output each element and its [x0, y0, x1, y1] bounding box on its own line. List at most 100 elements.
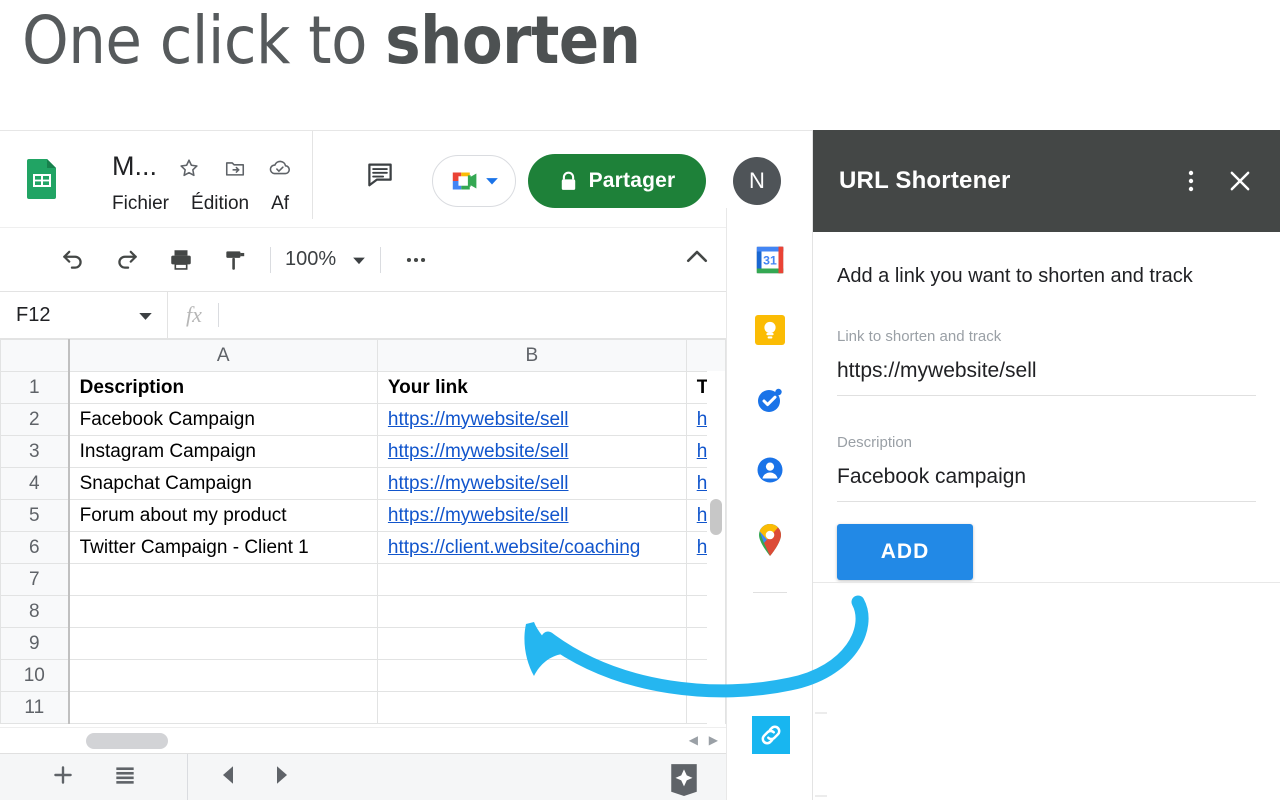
all-sheets-icon[interactable]	[112, 762, 138, 793]
table-row: 7	[0, 563, 726, 596]
google-keep-icon[interactable]	[752, 312, 788, 348]
row-header[interactable]: 4	[0, 467, 70, 500]
scroll-left-arrow-icon[interactable]: ◀	[689, 733, 698, 747]
description-field-value[interactable]: Facebook campaign	[837, 465, 1256, 502]
share-button[interactable]: Partager	[528, 154, 706, 208]
grid-horizontal-scrollbar[interactable]: ◀ ▶	[0, 727, 726, 753]
grid-cell-a8[interactable]	[68, 595, 378, 628]
grid-cell-b3[interactable]: https://mywebsite/sell	[376, 435, 687, 468]
page-title-normal: One click to	[22, 2, 386, 79]
google-maps-icon[interactable]	[752, 522, 788, 558]
cell-link-partial[interactable]: h	[697, 537, 708, 558]
row-header[interactable]: 11	[0, 691, 70, 724]
menu-item-fichier[interactable]: Fichier	[112, 193, 169, 214]
redo-icon[interactable]	[106, 239, 148, 281]
avatar[interactable]: N	[733, 157, 781, 205]
rail-divider	[752, 592, 787, 593]
cell-link[interactable]: https://client.website/coaching	[388, 537, 640, 558]
grid-cell-a11[interactable]	[68, 691, 378, 724]
menu-item-edition[interactable]: Édition	[191, 193, 249, 214]
cell-link[interactable]: https://mywebsite/sell	[388, 441, 569, 462]
svg-text:31: 31	[763, 254, 777, 268]
zoom-control[interactable]: 100%	[285, 248, 366, 271]
grid-cell-a3[interactable]: Instagram Campaign	[68, 435, 378, 468]
next-sheet-icon[interactable]	[272, 765, 292, 790]
menu-item-affichage[interactable]: Af	[271, 193, 289, 214]
row-header[interactable]: 8	[0, 595, 70, 628]
cell-link-partial[interactable]: h	[697, 473, 708, 494]
grid-cell-b2[interactable]: https://mywebsite/sell	[376, 403, 687, 436]
grid-cell-b6[interactable]: https://client.website/coaching	[376, 531, 687, 564]
add-button[interactable]: ADD	[837, 524, 973, 580]
google-contacts-icon[interactable]	[752, 452, 788, 488]
grid-cell-a1[interactable]: Description	[68, 371, 378, 404]
google-calendar-icon[interactable]: 31	[752, 242, 788, 278]
description-field[interactable]: Description Facebook campaign	[837, 434, 1256, 502]
google-tasks-icon[interactable]	[752, 382, 788, 418]
grid-cell-b8[interactable]	[376, 595, 687, 628]
cell-link[interactable]: https://mywebsite/sell	[388, 473, 569, 494]
grid-cell-a10[interactable]	[68, 659, 378, 692]
row-header[interactable]: 2	[0, 403, 70, 436]
document-title[interactable]: M...	[112, 151, 157, 182]
cell-link-partial[interactable]: h	[697, 441, 708, 462]
grid-cell-a5[interactable]: Forum about my product	[68, 499, 378, 532]
scroll-right-arrow-icon[interactable]: ▶	[709, 733, 718, 747]
row-header[interactable]: 3	[0, 435, 70, 468]
grid-cell-b9[interactable]	[376, 627, 687, 660]
more-options-icon[interactable]	[395, 239, 437, 281]
url-shortener-addon-icon[interactable]	[752, 716, 790, 754]
grid-cell-b1[interactable]: Your link	[376, 371, 687, 404]
formula-bar: F12 fx	[0, 291, 812, 339]
grid-cell-a4[interactable]: Snapchat Campaign	[68, 467, 378, 500]
row-header[interactable]: 10	[0, 659, 70, 692]
grid-cell-a9[interactable]	[68, 627, 378, 660]
column-header-a[interactable]: A	[68, 339, 378, 372]
undo-icon[interactable]	[52, 239, 94, 281]
paint-format-icon[interactable]	[214, 239, 256, 281]
previous-sheet-icon[interactable]	[218, 765, 238, 790]
name-box[interactable]: F12	[0, 292, 168, 338]
column-header-b[interactable]: B	[376, 339, 687, 372]
row-header[interactable]: 9	[0, 627, 70, 660]
grid-cell-a7[interactable]	[68, 563, 378, 596]
row-header[interactable]: 5	[0, 499, 70, 532]
comment-icon[interactable]	[365, 159, 395, 194]
grid-cell-b7[interactable]	[376, 563, 687, 596]
grid-vertical-scrollbar[interactable]: ▼	[707, 371, 725, 743]
add-sheet-icon[interactable]	[50, 762, 76, 793]
grid-cell-a2[interactable]: Facebook Campaign	[68, 403, 378, 436]
cell-link-partial[interactable]: h	[697, 409, 708, 430]
table-row: 10	[0, 659, 726, 692]
link-field-value[interactable]: https://mywebsite/sell	[837, 359, 1256, 396]
grid-cell-a6[interactable]: Twitter Campaign - Client 1	[68, 531, 378, 564]
grid-cell-b4[interactable]: https://mywebsite/sell	[376, 467, 687, 500]
spreadsheet-grid[interactable]: A B 1 Description Your link T 2 Facebook Camp…	[0, 339, 726, 727]
row-header[interactable]: 6	[0, 531, 70, 564]
more-vert-icon[interactable]	[1180, 168, 1202, 194]
scrollbar-thumb-horizontal[interactable]	[86, 733, 168, 749]
row-header[interactable]: 7	[0, 563, 70, 596]
cell-link[interactable]: https://mywebsite/sell	[388, 505, 569, 526]
row-header[interactable]: 1	[0, 371, 70, 404]
collapse-menu-icon[interactable]	[682, 242, 720, 277]
google-meet-button[interactable]	[432, 155, 516, 207]
formula-input[interactable]: fx	[168, 302, 219, 328]
move-to-folder-icon[interactable]	[224, 157, 246, 184]
cloud-saved-icon[interactable]	[268, 157, 292, 184]
close-icon[interactable]	[1226, 167, 1254, 195]
cell-link[interactable]: https://mywebsite/sell	[388, 409, 569, 430]
cell-link-partial[interactable]: h	[697, 505, 708, 526]
chevron-down-icon	[139, 312, 152, 320]
column-header-c[interactable]	[685, 339, 726, 372]
print-icon[interactable]	[160, 239, 202, 281]
formula-divider	[217, 303, 219, 327]
grid-cell-b11[interactable]	[376, 691, 687, 724]
explore-icon[interactable]	[668, 763, 700, 800]
grid-cell-b5[interactable]: https://mywebsite/sell	[376, 499, 687, 532]
star-icon[interactable]	[178, 157, 200, 184]
link-field[interactable]: Link to shorten and track https://mywebs…	[837, 328, 1256, 396]
scrollbar-thumb[interactable]	[710, 499, 722, 535]
grid-cell-b10[interactable]	[376, 659, 687, 692]
select-all-corner[interactable]	[0, 339, 70, 372]
